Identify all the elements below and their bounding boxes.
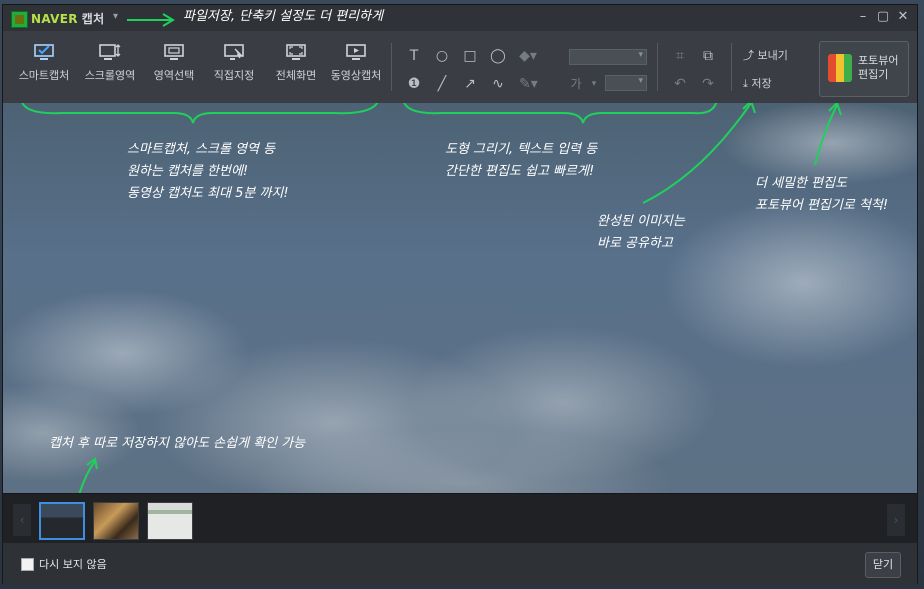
toolbar-divider	[657, 43, 658, 91]
capture-history-strip: ‹ ›	[3, 493, 917, 544]
dont-show-again-label[interactable]: 다시 보지 않음	[39, 556, 107, 572]
app-brand[interactable]: NAVER 캡처	[31, 10, 104, 27]
scroll-area-button[interactable]: 스크롤영역	[77, 39, 143, 95]
area-select-icon	[164, 44, 184, 60]
fullscreen-icon	[286, 44, 306, 60]
photo-annotation: 더 세밀한 편집도 포토뷰어 편집기로 척척!	[755, 176, 889, 213]
photo-viewer-label: 포토뷰어	[858, 54, 899, 67]
direct-select-button[interactable]: 직접지정	[201, 39, 267, 95]
direct-select-icon	[224, 44, 244, 60]
download-icon: ⤓	[743, 77, 748, 90]
brand-menu-chevron-down-icon[interactable]: ▾	[113, 11, 118, 22]
maximize-icon[interactable]: ▢	[875, 9, 891, 24]
minimize-icon[interactable]: –	[855, 9, 871, 24]
photo-viewer-editor-button[interactable]: 포토뷰어 편집기	[819, 41, 909, 97]
history-thumbnail[interactable]	[147, 502, 193, 540]
video-capture-icon	[346, 44, 366, 60]
text-tool-icon[interactable]: T	[405, 47, 423, 65]
naver-capture-window: NAVER 캡처 ▾ – ▢ ✕ 스마트캡처 스크롤영역 영역선택 직접지정 전…	[2, 4, 918, 585]
line-color-icon[interactable]: ✎▾	[519, 75, 538, 93]
history-thumbnail[interactable]	[39, 502, 85, 540]
history-thumbnail[interactable]	[93, 502, 139, 540]
tool-label: 영역선택	[153, 69, 195, 82]
tool-label: 직접지정	[213, 69, 255, 82]
capture-preview-canvas: 스마트캡처, 스크롤 영역 등 원하는 캡처를 한번에! 동영상 캡처도 최대 …	[3, 103, 917, 493]
dont-show-again-checkbox[interactable]	[21, 558, 34, 571]
scroll-area-icon	[99, 44, 121, 60]
tool-label: 스마트캡처	[18, 69, 70, 82]
photo-viewer-icon	[828, 54, 852, 82]
tool-label: 동영상캡처	[330, 69, 382, 82]
redo-icon[interactable]: ↷	[699, 75, 717, 93]
toolbar: 스마트캡처 스크롤영역 영역선택 직접지정 전체화면 동영상캡처 T ○ □ ◯…	[3, 31, 917, 104]
share-icon: ⤴	[743, 49, 754, 62]
title-note-arrow-icon	[127, 13, 175, 27]
save-button[interactable]: ⤓ 저장	[743, 75, 772, 91]
naver-capture-logo-icon	[11, 11, 28, 28]
line-tool-icon[interactable]: ╱	[433, 75, 451, 93]
font-caret-icon[interactable]: ▾	[585, 75, 603, 93]
numbering-tool-icon[interactable]: ❶	[405, 75, 423, 93]
fullscreen-button[interactable]: 전체화면	[263, 39, 329, 95]
strip-scroll-left-icon[interactable]: ‹	[13, 504, 31, 536]
ellipse-tool-icon[interactable]: ○	[433, 47, 451, 65]
rectangle-tool-icon[interactable]: □	[461, 47, 479, 65]
edit-annotation: 도형 그리기, 텍스트 입력 등 간단한 편집도 쉽고 빠르게!	[445, 142, 598, 179]
resize-icon[interactable]: ⧉	[699, 47, 717, 65]
share-annotation: 완성된 이미지는 바로 공유하고	[597, 214, 685, 251]
freehand-tool-icon[interactable]: ∿	[489, 75, 507, 93]
toolbar-divider	[731, 43, 732, 91]
crop-icon[interactable]: ⌗	[671, 47, 689, 65]
video-capture-button[interactable]: 동영상캡처	[323, 39, 389, 95]
font-size-dropdown[interactable]	[605, 75, 647, 91]
line-style-dropdown[interactable]	[569, 49, 647, 65]
speech-bubble-tool-icon[interactable]: ◯	[489, 47, 507, 65]
smart-capture-button[interactable]: 스마트캡처	[11, 39, 77, 95]
font-size-label[interactable]: 가	[567, 75, 585, 93]
strip-scroll-right-icon[interactable]: ›	[887, 504, 905, 536]
save-label: 저장	[751, 77, 772, 90]
area-select-button[interactable]: 영역선택	[141, 39, 207, 95]
brand-name: NAVER	[31, 12, 78, 26]
bottom-bar: 다시 보지 않음 닫기	[3, 543, 917, 585]
close-button[interactable]: 닫기	[865, 552, 901, 578]
brand-sub: 캡처	[81, 12, 105, 26]
tool-label: 전체화면	[275, 69, 317, 82]
tool-label: 스크롤영역	[84, 69, 136, 82]
smart-capture-icon	[34, 44, 54, 60]
send-label: 보내기	[757, 49, 788, 62]
title-note: 파일저장, 단축키 설정도 더 편리하게	[183, 9, 384, 24]
toolbar-divider	[391, 43, 392, 91]
capture-annotation: 스마트캡처, 스크롤 영역 등 원하는 캡처를 한번에! 동영상 캡처도 최대 …	[127, 142, 289, 201]
history-annotation: 캡처 후 따로 저장하지 않아도 손쉽게 확인 가능	[49, 436, 306, 451]
fill-color-icon[interactable]: ◆▾	[519, 47, 537, 65]
close-icon[interactable]: ✕	[895, 9, 911, 24]
undo-icon[interactable]: ↶	[671, 75, 689, 93]
arrow-tool-icon[interactable]: ↗	[461, 75, 479, 93]
send-button[interactable]: ⤴ 보내기	[743, 47, 788, 63]
photo-editor-label: 편집기	[858, 68, 889, 81]
